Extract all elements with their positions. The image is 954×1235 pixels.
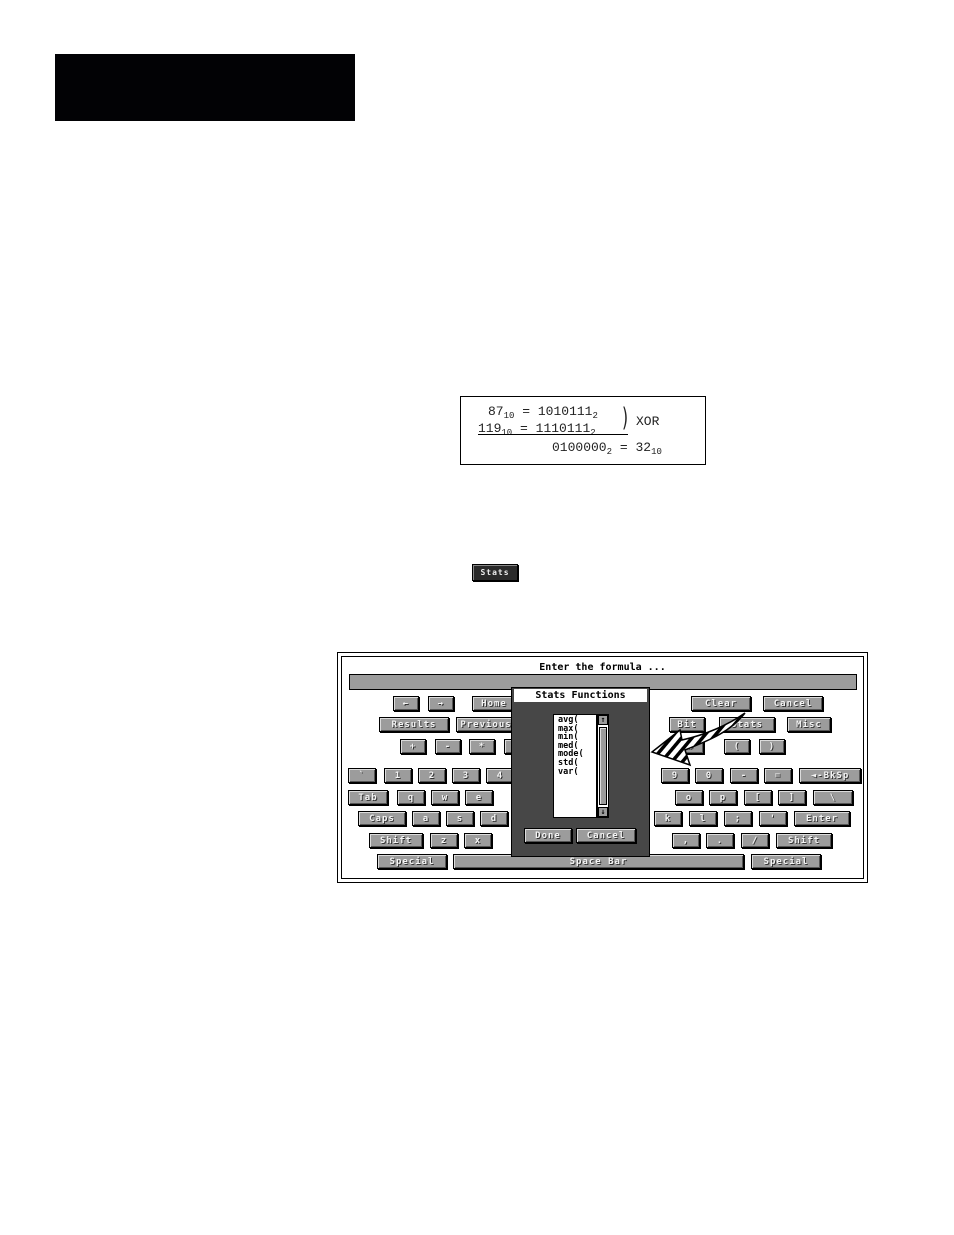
xor-result: 01000002 = 3210: [552, 440, 662, 457]
key-ops-0[interactable]: +: [400, 739, 426, 754]
key-ops-8[interactable]: ): [759, 739, 785, 754]
key-bottom-0[interactable]: Special: [377, 854, 447, 869]
list-item[interactable]: var(: [558, 767, 596, 777]
key-func-0[interactable]: Results: [379, 717, 449, 732]
key-home-11[interactable]: ': [759, 811, 787, 826]
key-numbers-12[interactable]: =: [764, 768, 792, 783]
stats-function-list[interactable]: avg( max( min( med( mode( std( var(: [553, 714, 597, 818]
key-numbers-4[interactable]: 4: [486, 768, 514, 783]
key-shift-1[interactable]: z: [430, 833, 458, 848]
scrollbar[interactable]: ↑ ↓: [597, 714, 609, 818]
key-numbers-1[interactable]: 1: [384, 768, 412, 783]
scroll-thumb[interactable]: [599, 727, 607, 805]
key-nav-0[interactable]: ←: [393, 696, 419, 711]
key-shift-2[interactable]: x: [464, 833, 492, 848]
done-button[interactable]: Done: [524, 828, 572, 843]
key-home-2[interactable]: s: [446, 811, 474, 826]
key-ops-2[interactable]: *: [469, 739, 495, 754]
chapter-header-bar: [55, 54, 355, 121]
formula-prompt: Enter the formula ...: [539, 662, 666, 673]
key-shift-11[interactable]: Shift: [776, 833, 832, 848]
callout-arrow: [640, 710, 750, 785]
key-home-8[interactable]: k: [654, 811, 682, 826]
key-home-9[interactable]: l: [689, 811, 717, 826]
key-qwerty-13[interactable]: \: [813, 790, 853, 805]
key-numbers-2[interactable]: 2: [418, 768, 446, 783]
key-home-10[interactable]: ;: [724, 811, 752, 826]
scroll-down-arrow-icon[interactable]: ↓: [598, 807, 608, 817]
key-shift-8[interactable]: ,: [672, 833, 700, 848]
key-qwerty-9[interactable]: o: [675, 790, 703, 805]
key-func-6[interactable]: Misc: [787, 717, 831, 732]
scroll-up-arrow-icon[interactable]: ↑: [598, 715, 608, 725]
xor-line-1: 8710 = 10101112: [488, 404, 598, 421]
key-nav-5[interactable]: Clear: [691, 696, 751, 711]
dialog-title: Stats Functions: [514, 689, 647, 702]
key-qwerty-0[interactable]: Tab: [348, 790, 388, 805]
key-numbers-3[interactable]: 3: [452, 768, 480, 783]
stats-button-icon: Stats: [472, 564, 518, 581]
key-numbers-0[interactable]: `: [348, 768, 376, 783]
sum-line: [478, 434, 628, 435]
key-qwerty-12[interactable]: ]: [778, 790, 806, 805]
key-nav-2[interactable]: Home: [472, 696, 516, 711]
key-home-3[interactable]: d: [480, 811, 508, 826]
key-shift-9[interactable]: .: [706, 833, 734, 848]
brace: ): [622, 403, 629, 433]
key-ops-1[interactable]: -: [435, 739, 461, 754]
key-qwerty-2[interactable]: w: [431, 790, 459, 805]
key-bottom-2[interactable]: Special: [751, 854, 821, 869]
key-shift-0[interactable]: Shift: [369, 833, 423, 848]
key-home-1[interactable]: a: [412, 811, 440, 826]
key-qwerty-10[interactable]: p: [709, 790, 737, 805]
cancel-button[interactable]: Cancel: [576, 828, 636, 843]
key-nav-6[interactable]: Cancel: [763, 696, 823, 711]
key-func-1[interactable]: Previous: [456, 717, 516, 732]
key-nav-1[interactable]: →: [428, 696, 454, 711]
xor-line-2: 11910 = 11101112: [478, 421, 596, 438]
xor-example-box: 8710 = 10101112 11910 = 11101112 ) XOR 0…: [460, 396, 706, 465]
key-home-12[interactable]: Enter: [794, 811, 850, 826]
key-home-0[interactable]: Caps: [358, 811, 406, 826]
stats-functions-dialog: Stats Functions avg( max( min( med( mode…: [511, 687, 650, 857]
key-shift-10[interactable]: /: [741, 833, 769, 848]
key-qwerty-11[interactable]: [: [744, 790, 772, 805]
key-qwerty-1[interactable]: q: [397, 790, 425, 805]
key-numbers-13[interactable]: ◄-BkSp: [799, 768, 861, 783]
xor-operator: XOR: [636, 414, 660, 429]
key-qwerty-3[interactable]: e: [465, 790, 493, 805]
